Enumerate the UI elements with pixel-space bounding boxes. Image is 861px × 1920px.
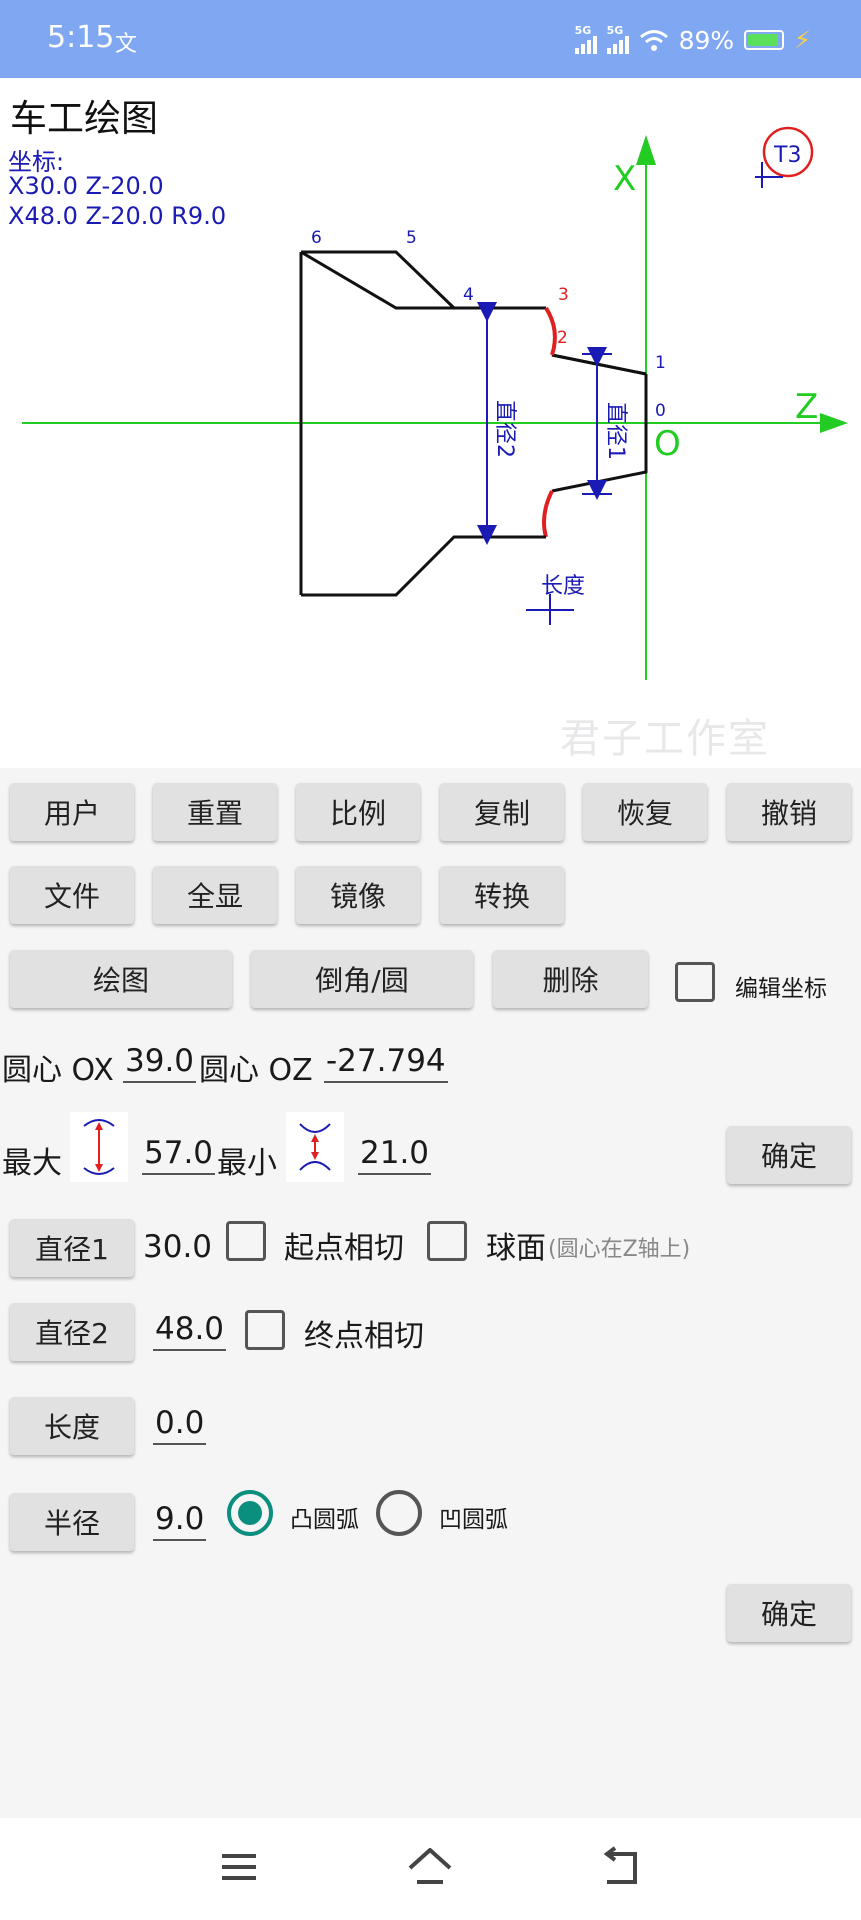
diameter1-button[interactable]: 直径1 [10, 1219, 134, 1277]
convex-arc-label: 凸圆弧 [290, 1507, 359, 1533]
point-4-label: 4 [463, 285, 474, 305]
signal-5g-label: 5G [574, 24, 592, 37]
coord-line-1: X30.0 Z-20.0 [8, 172, 164, 200]
concave-arc-label: 凹圆弧 [439, 1507, 508, 1533]
part-top-step [301, 250, 546, 310]
max-diameter-icon[interactable] [70, 1112, 128, 1182]
file-button[interactable]: 文件 [10, 866, 134, 924]
draw-button[interactable]: 绘图 [10, 950, 232, 1008]
user-button[interactable]: 用户 [10, 783, 134, 841]
status-bar: 5:15 文 5G 5G 89% ⚡ [0, 0, 861, 78]
dim-diameter1-label: 直径1 [603, 402, 628, 460]
arc-top [544, 306, 557, 356]
length-input[interactable]: 0.0 [153, 1405, 207, 1445]
carrier-icon: 文 [115, 32, 138, 57]
z-axis-label: Z [795, 387, 818, 427]
menu-icon[interactable] [214, 1842, 264, 1892]
point-5-label: 5 [406, 228, 417, 248]
min-diameter-icon[interactable] [286, 1112, 344, 1182]
convex-arc-radio[interactable] [227, 1490, 273, 1536]
convert-button[interactable]: 转换 [440, 866, 564, 924]
status-indicators: 5G 5G 89% ⚡ [574, 22, 811, 58]
restore-button[interactable]: 恢复 [583, 783, 707, 841]
tool-label: T3 [773, 143, 801, 168]
signal-5g-icon: 5G [606, 24, 629, 54]
center-ox-input[interactable]: 39.0 [123, 1043, 197, 1083]
point-3-label: 3 [558, 285, 569, 305]
point-2-label: 2 [557, 328, 568, 348]
undo-button[interactable]: 撤销 [727, 783, 851, 841]
edit-coords-label: 编辑坐标 [735, 976, 827, 1002]
drawing-canvas[interactable]: X Z O 直径2 直径1 长度 0 1 2 3 4 5 6 T3 车工绘图 坐… [0, 78, 861, 768]
point-6-label: 6 [311, 228, 322, 248]
confirm-arc-button[interactable]: 确定 [727, 1584, 851, 1642]
scale-button[interactable]: 比例 [296, 783, 420, 841]
home-icon[interactable] [405, 1842, 455, 1892]
dim-diameter2-label: 直径2 [492, 400, 517, 458]
max-label: 最大 [2, 1146, 62, 1181]
show-all-button[interactable]: 全显 [153, 866, 277, 924]
diameter2-input[interactable]: 48.0 [153, 1311, 227, 1351]
length-button[interactable]: 长度 [10, 1397, 134, 1455]
sphere-hint: (圆心在Z轴上) [548, 1237, 691, 1262]
mirror-button[interactable]: 镜像 [296, 866, 420, 924]
confirm-center-button[interactable]: 确定 [727, 1126, 851, 1184]
origin-label: O [654, 424, 681, 464]
diameter2-button[interactable]: 直径2 [10, 1303, 134, 1361]
start-tangent-checkbox[interactable] [226, 1221, 266, 1261]
min-input[interactable]: 21.0 [358, 1135, 432, 1175]
sphere-checkbox[interactable] [427, 1221, 467, 1261]
x-axis-arrow [636, 135, 656, 165]
wifi-icon [639, 30, 668, 51]
point-1-label: 1 [655, 353, 666, 373]
sphere-label: 球面 [486, 1231, 546, 1266]
signal-5g-label: 5G [606, 24, 624, 37]
coord-line-2: X48.0 Z-20.0 R9.0 [8, 202, 227, 230]
battery-icon [744, 30, 785, 50]
app-title: 车工绘图 [10, 97, 158, 140]
z-axis-arrow [820, 413, 848, 433]
radius-button[interactable]: 半径 [10, 1493, 134, 1551]
x-axis-label: X [613, 159, 636, 199]
delete-button[interactable]: 删除 [493, 950, 648, 1008]
copy-button[interactable]: 复制 [440, 783, 564, 841]
battery-percent: 89% [678, 25, 735, 55]
end-tangent-label: 终点相切 [304, 1319, 424, 1354]
edit-coords-checkbox[interactable] [675, 962, 715, 1002]
center-oz-label: 圆心 OZ [199, 1053, 313, 1088]
point-0-label: 0 [655, 401, 666, 421]
radius-input[interactable]: 9.0 [153, 1501, 207, 1541]
min-label: 最小 [217, 1146, 277, 1181]
diameter1-value[interactable]: 30.0 [143, 1229, 212, 1265]
arc-bottom [542, 490, 554, 538]
chamfer-fillet-button[interactable]: 倒角/圆 [251, 950, 473, 1008]
center-ox-label: 圆心 OX [2, 1053, 114, 1088]
dim-length-label: 长度 [541, 574, 585, 599]
center-oz-input[interactable]: -27.794 [324, 1043, 448, 1083]
max-input[interactable]: 57.0 [142, 1135, 216, 1175]
start-tangent-label: 起点相切 [284, 1231, 404, 1266]
charging-icon: ⚡ [794, 26, 811, 54]
reset-button[interactable]: 重置 [153, 783, 277, 841]
end-tangent-checkbox[interactable] [245, 1310, 285, 1350]
concave-arc-radio[interactable] [376, 1490, 422, 1536]
signal-5g-icon: 5G [574, 24, 597, 54]
system-nav-bar [0, 1818, 861, 1920]
back-icon[interactable] [597, 1842, 647, 1892]
status-time: 5:15 [47, 20, 115, 55]
watermark: 君子工作室 [560, 716, 770, 762]
part-top-profile [551, 353, 647, 376]
